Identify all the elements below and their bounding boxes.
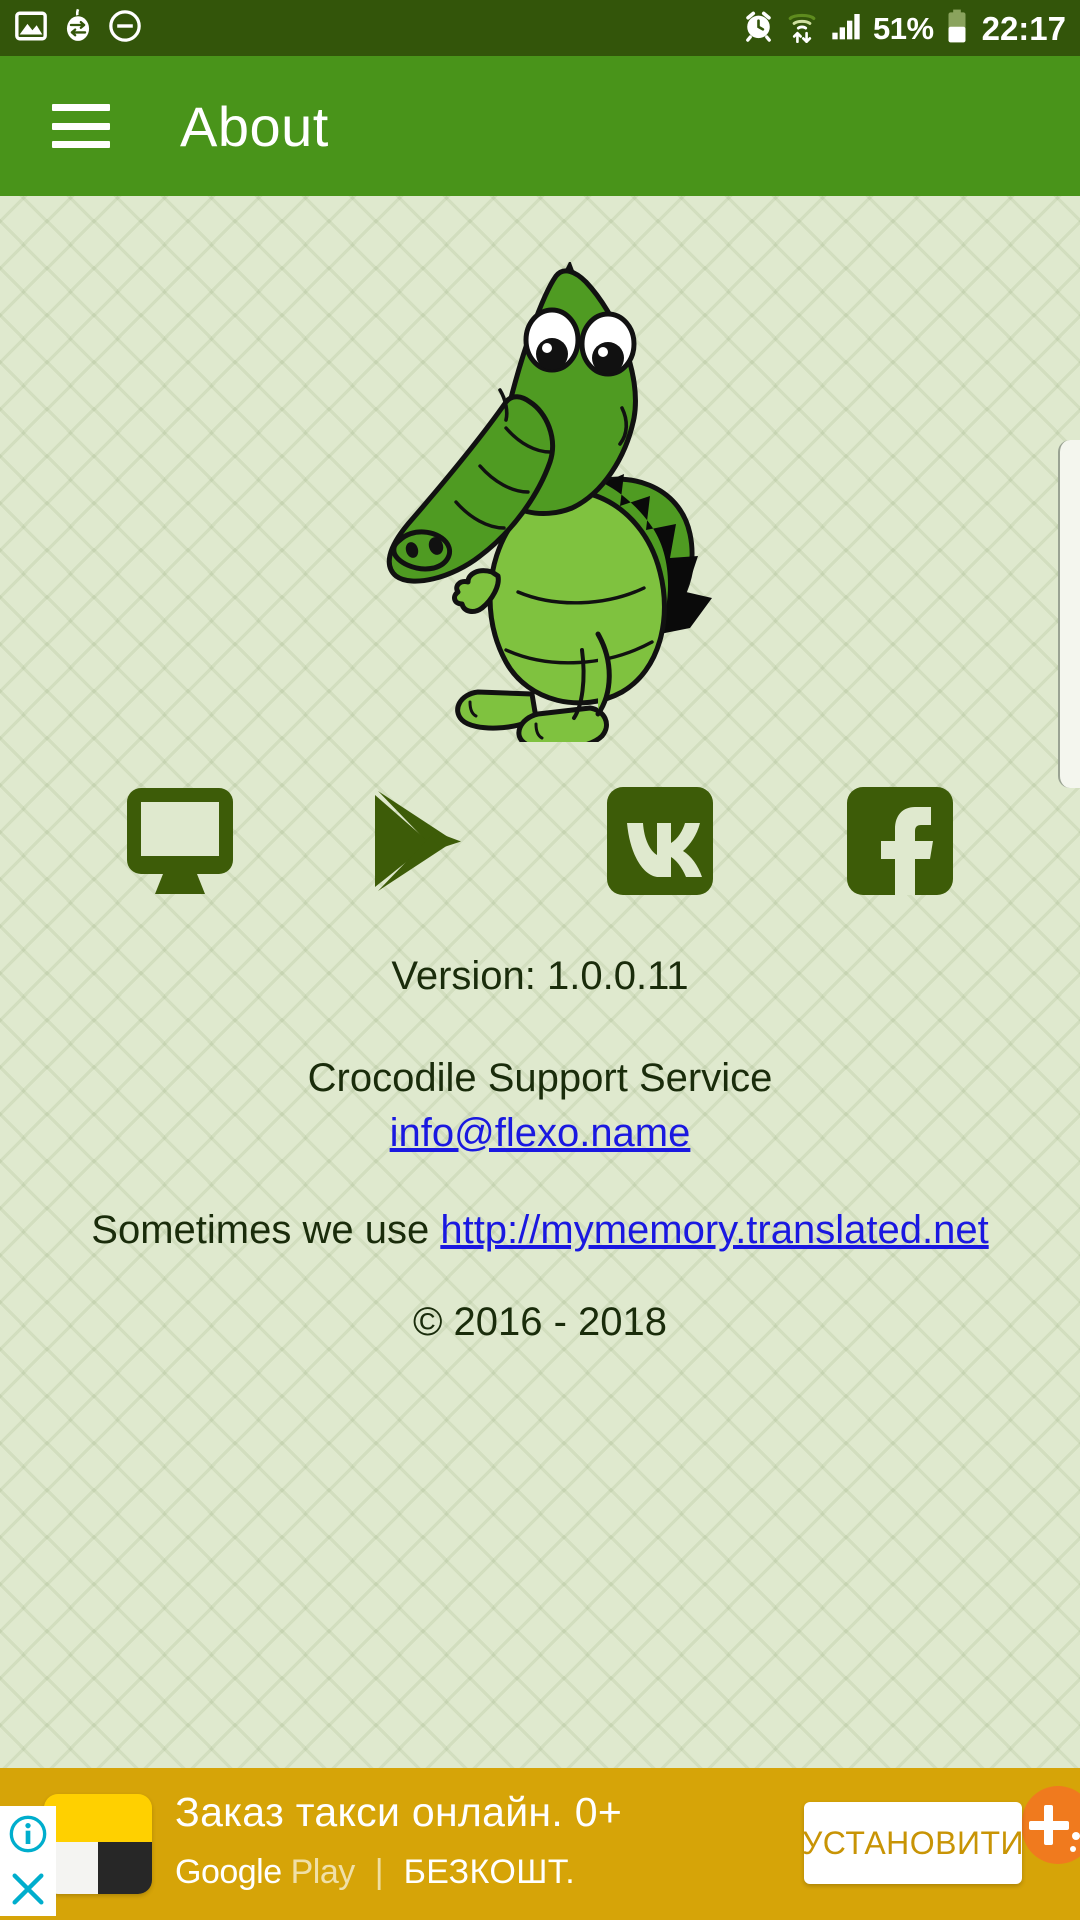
google-brand-label: Google xyxy=(175,1853,282,1891)
ad-divider: | xyxy=(374,1853,384,1891)
gallery-image-icon xyxy=(14,9,48,48)
copyright-label: © 2016 - 2018 xyxy=(412,1300,668,1344)
hamburger-bar-2 xyxy=(52,122,110,130)
plus-dot-2 xyxy=(1070,1846,1076,1852)
ad-close-icon[interactable] xyxy=(8,1869,48,1909)
status-bar: 51% 22:17 xyxy=(0,0,1080,56)
ad-install-button[interactable]: УСТАНОВИТИ xyxy=(802,1802,1024,1884)
wifi-transfer-icon xyxy=(787,9,817,48)
social-links-row xyxy=(0,782,1080,900)
ad-badge-column xyxy=(0,1806,56,1916)
mymemory-prefix-label: Sometimes we use xyxy=(91,1208,441,1252)
do-not-disturb-icon xyxy=(108,9,142,48)
about-content: Version: 1.0.0.11 Crocodile Support Serv… xyxy=(0,196,1080,1768)
ad-headline: Заказ такси онлайн. 0+ xyxy=(175,1789,623,1835)
alarm-clock-icon xyxy=(742,9,775,47)
hamburger-bar-3 xyxy=(52,141,110,148)
google-play-brand: Google Play xyxy=(175,1855,355,1889)
version-label: Version: 1.0.0.11 xyxy=(391,954,689,998)
ad-subline: Google Play | БЕЗКОШТ. xyxy=(175,1855,622,1889)
support-email-link[interactable]: info@flexo.name xyxy=(390,1108,691,1158)
ad-choices-plus-icon[interactable] xyxy=(1022,1786,1080,1864)
clock-label: 22:17 xyxy=(981,9,1066,47)
crocodile-mascot-illustration xyxy=(0,242,1080,762)
mymemory-line: Sometimes we use http://mymemory.transla… xyxy=(0,1210,1080,1250)
yandex-taxi-app-icon xyxy=(44,1794,152,1894)
support-title: Crocodile Support Service xyxy=(307,1056,773,1100)
mymemory-link[interactable]: http://mymemory.translated.net xyxy=(440,1208,988,1252)
facebook-link[interactable] xyxy=(841,782,959,900)
app-icon-bottom-right xyxy=(98,1842,152,1894)
phone-screen: 51% 22:17 About Version: 1.0.0.11 Crocod… xyxy=(0,0,1080,1920)
battery-half-icon xyxy=(946,9,968,48)
status-bar-left-icons xyxy=(14,8,142,49)
ad-info-icon[interactable] xyxy=(8,1814,48,1854)
app-bar: About xyxy=(0,56,1080,196)
vertical-scrollbar-thumb[interactable] xyxy=(1058,440,1080,788)
status-bar-right-icons: 51% 22:17 xyxy=(742,9,1066,48)
hamburger-menu-icon[interactable] xyxy=(52,104,110,148)
app-icon-top xyxy=(44,1794,152,1842)
page-title: About xyxy=(180,94,329,158)
ad-banner[interactable]: Заказ такси онлайн. 0+ Google Play | БЕЗ… xyxy=(0,1768,1080,1920)
ad-price-label: БЕЗКОШТ. xyxy=(403,1853,576,1891)
plus-horizontal-bar xyxy=(1029,1820,1069,1830)
battery-percent-label: 51% xyxy=(873,10,934,46)
plus-dot-1 xyxy=(1072,1832,1080,1840)
vk-link[interactable] xyxy=(601,782,719,900)
ad-text-group: Заказ такси онлайн. 0+ Google Play | БЕЗ… xyxy=(175,1789,623,1890)
about-text-block: Version: 1.0.0.11 Crocodile Support Serv… xyxy=(0,956,1080,1342)
hamburger-bar-1 xyxy=(52,104,110,111)
google-play-link[interactable] xyxy=(361,782,479,900)
translate-swap-icon xyxy=(62,8,94,49)
cellular-signal-icon xyxy=(829,10,861,47)
play-brand-label: Play xyxy=(281,1853,356,1891)
website-link[interactable] xyxy=(121,782,239,900)
